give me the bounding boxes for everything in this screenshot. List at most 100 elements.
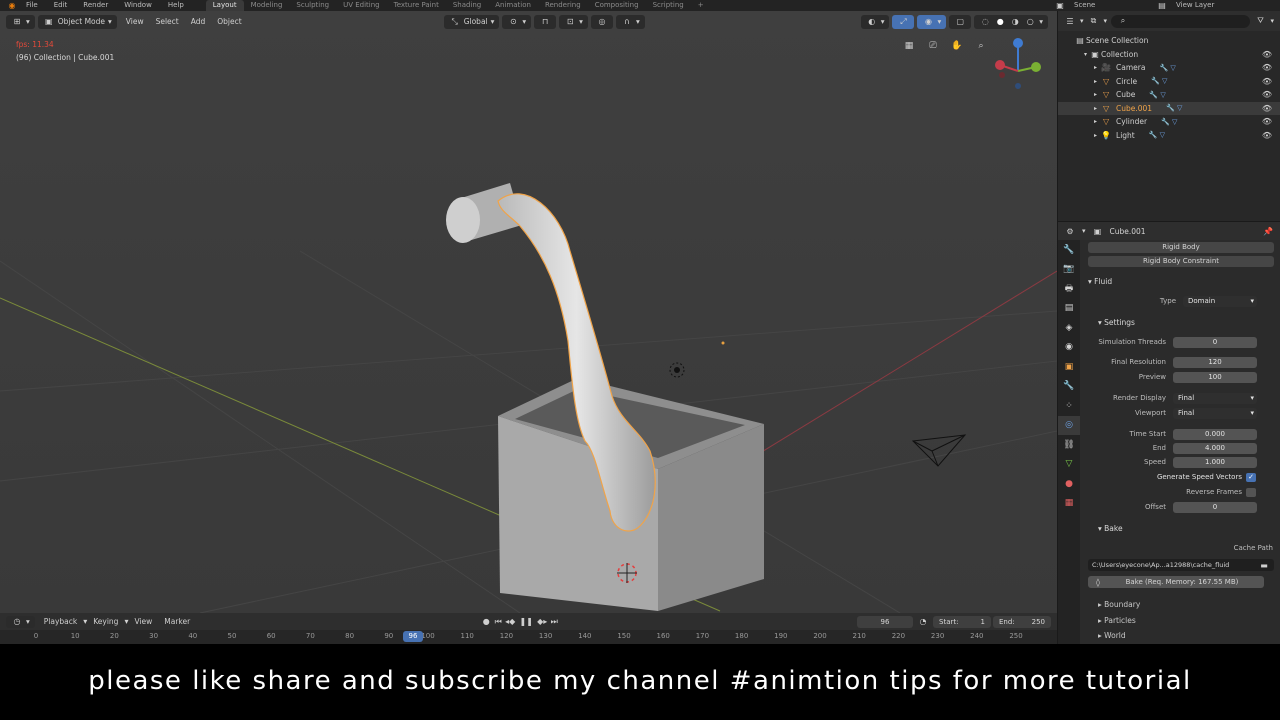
shading-modes[interactable]: ◌ ● ◑ ○ ▾ (974, 14, 1048, 29)
menu-file[interactable]: File (18, 0, 46, 11)
start-frame-field[interactable]: Start: 1 (933, 615, 991, 628)
texture-tab-icon[interactable]: ▦ (1058, 494, 1080, 514)
final-resolution-field[interactable]: 120 (1173, 357, 1257, 368)
menu-tl-view[interactable]: View (128, 615, 158, 629)
menu-marker[interactable]: Marker (158, 615, 196, 629)
menu-window[interactable]: Window (116, 0, 160, 11)
physics-tab-icon[interactable]: ◎ (1058, 415, 1080, 435)
constraints-tab-icon[interactable]: ⛓ (1058, 435, 1080, 455)
view-layer-tab-icon[interactable]: ▤ (1058, 299, 1080, 319)
eye-icon[interactable]: 👁 (1262, 104, 1272, 113)
overlays-toggle[interactable]: ◉ ▾ (917, 14, 947, 29)
outliner-panel[interactable]: ☰ ▾ ⧉ ▾ ⌕ ⛛ ▾ ▤ Scene Collection ▾ ▣ Collec… (1057, 11, 1280, 221)
tab-animation[interactable]: Animation (488, 0, 538, 11)
timeline-ruler[interactable]: 0 10 20 30 40 50 60 70 80 90 100 110 120 130 140 150 160… (0, 630, 1057, 644)
current-frame-field[interactable]: 96 (857, 615, 913, 628)
pivot-dropdown[interactable]: ⊙ ▾ (502, 14, 532, 29)
scene-collection-row[interactable]: ▤ Scene Collection (1058, 34, 1280, 48)
menu-view[interactable]: View (120, 15, 150, 29)
snap-target-dropdown[interactable]: ⊡ ▾ (559, 14, 588, 29)
modifier-tab-icon[interactable]: 🔧 (1058, 377, 1080, 397)
viewport-display-dropdown[interactable]: Final ▾ (1173, 408, 1257, 419)
modifier-data-icon[interactable]: 🔧 ▽ (1149, 91, 1165, 99)
blender-logo-icon[interactable]: ◉ (6, 0, 18, 12)
tab-scripting[interactable]: Scripting (646, 0, 691, 11)
bake-panel-header[interactable]: ▾ Bake (1098, 524, 1123, 533)
mode-dropdown[interactable]: ▣ Object Mode ▾ (37, 14, 117, 29)
outliner-item-cylinder[interactable]: ▸ ▽ Cylinder 🔧 ▽ 👁 (1058, 115, 1280, 129)
jump-end-icon[interactable]: ⏭ (548, 616, 560, 628)
outliner-search-input[interactable]: ⌕ (1111, 14, 1251, 28)
add-workspace-icon[interactable]: + (691, 0, 711, 11)
modifier-data-icon[interactable]: 🔧 ▽ (1151, 77, 1167, 85)
timeline-editor-type[interactable]: ◷ ▾ (6, 615, 35, 628)
expand-arrow-icon[interactable]: ▸ (1094, 78, 1097, 85)
tab-layout[interactable]: Layout (205, 0, 244, 11)
expand-arrow-icon[interactable]: ▸ (1094, 91, 1097, 98)
prev-keyframe-icon[interactable]: ◂◆ (504, 616, 516, 628)
xray-toggle[interactable]: ▢ (949, 14, 972, 29)
menu-add[interactable]: Add (185, 15, 212, 29)
render-tab-icon[interactable]: 📷 (1058, 260, 1080, 280)
eye-icon[interactable]: 👁 (1262, 117, 1272, 126)
eye-icon[interactable]: 👁 (1262, 131, 1272, 140)
modifier-data-icon[interactable]: 🔧 ▽ (1161, 118, 1177, 126)
settings-panel-header[interactable]: ▾ Settings (1098, 318, 1135, 327)
snap-toggle[interactable]: ⊓ (534, 14, 557, 29)
jump-start-icon[interactable]: ⏮ (492, 616, 504, 628)
modifier-data-icon[interactable]: 🔧 ▽ (1166, 104, 1182, 112)
expand-arrow-icon[interactable]: ▸ (1094, 118, 1097, 125)
display-mode-icon[interactable]: ⧉ (1088, 15, 1100, 27)
view-layer-selector[interactable]: View Layer (1168, 0, 1280, 11)
tab-compositing[interactable]: Compositing (588, 0, 646, 11)
wireframe-shading-icon[interactable]: ◌ (979, 16, 991, 28)
world-tab-icon[interactable]: ◉ (1058, 338, 1080, 358)
tab-rendering[interactable]: Rendering (538, 0, 588, 11)
folder-icon[interactable]: ▬ (1258, 559, 1270, 571)
material-shading-icon[interactable]: ◑ (1009, 16, 1021, 28)
menu-select[interactable]: Select (150, 15, 185, 29)
bake-button[interactable]: ◊ Bake (Req. Memory: 167.55 MB) (1088, 576, 1264, 588)
tab-sculpting[interactable]: Sculpting (289, 0, 336, 11)
outliner-item-cube-001[interactable]: ▸ ▽ Cube.001 🔧 ▽ 👁 (1058, 101, 1280, 115)
time-end-field[interactable]: 4.000 (1173, 443, 1257, 454)
time-start-field[interactable]: 0.000 (1173, 429, 1257, 440)
grid-view-icon[interactable]: ▦ (902, 39, 916, 53)
stopwatch-icon[interactable]: ◔ (917, 616, 929, 628)
falloff-dropdown[interactable]: ∩ ▾ (615, 14, 645, 29)
eye-icon[interactable]: 👁 (1262, 77, 1272, 86)
particles-tab-icon[interactable]: ⁘ (1058, 396, 1080, 416)
tab-uv-editing[interactable]: UV Editing (336, 0, 387, 11)
simulation-threads-field[interactable]: 0 (1173, 337, 1257, 348)
visibility-dropdown[interactable]: ◐ ▾ (860, 14, 890, 29)
eye-icon[interactable]: 👁 (1262, 63, 1272, 72)
modifier-data-icon[interactable]: 🔧 ▽ (1159, 64, 1175, 72)
world-panel-header[interactable]: ▸ World (1098, 631, 1126, 640)
view-layer-icon[interactable]: ▤ (1156, 0, 1168, 12)
collection-row[interactable]: ▾ ▣ Collection 👁 (1058, 48, 1280, 62)
outliner-item-camera[interactable]: ▸ 🎥 Camera 🔧 ▽ 👁 (1058, 61, 1280, 75)
tab-shading[interactable]: Shading (446, 0, 488, 11)
scene-selector[interactable]: Scene (1066, 0, 1156, 11)
menu-playback[interactable]: Playback (38, 615, 83, 629)
speed-field[interactable]: 1.000 (1173, 457, 1257, 468)
type-dropdown[interactable]: Domain ▾ (1183, 296, 1257, 307)
scene-tab-icon[interactable]: ◈ (1058, 318, 1080, 338)
camera-view-icon[interactable]: ⎚ (926, 39, 940, 53)
cache-path-field[interactable]: C:\Users\eyecone\Ap...a12988\cache_fluid… (1088, 559, 1274, 571)
boundary-panel-header[interactable]: ▸ Boundary (1098, 600, 1140, 609)
eye-icon[interactable]: 👁 (1262, 50, 1272, 59)
rendered-shading-icon[interactable]: ○ (1024, 16, 1036, 28)
outliner-editor-icon[interactable]: ☰ (1064, 15, 1076, 27)
editor-type-button[interactable]: ⊞ ▾ (6, 14, 35, 29)
material-tab-icon[interactable]: ● (1058, 474, 1080, 494)
outliner-item-cube[interactable]: ▸ ▽ Cube 🔧 ▽ 👁 (1058, 88, 1280, 102)
menu-render[interactable]: Render (75, 0, 116, 11)
proportional-edit-toggle[interactable]: ◎ (590, 14, 613, 29)
solid-shading-icon[interactable]: ● (994, 16, 1006, 28)
preview-resolution-field[interactable]: 100 (1173, 372, 1257, 383)
tool-tab-icon[interactable]: 🔧 (1058, 240, 1080, 260)
orientation-dropdown[interactable]: ⤡ Global ▾ (443, 14, 500, 29)
hand-pan-icon[interactable]: ✋ (950, 39, 964, 53)
output-tab-icon[interactable]: 🖶 (1058, 279, 1080, 299)
